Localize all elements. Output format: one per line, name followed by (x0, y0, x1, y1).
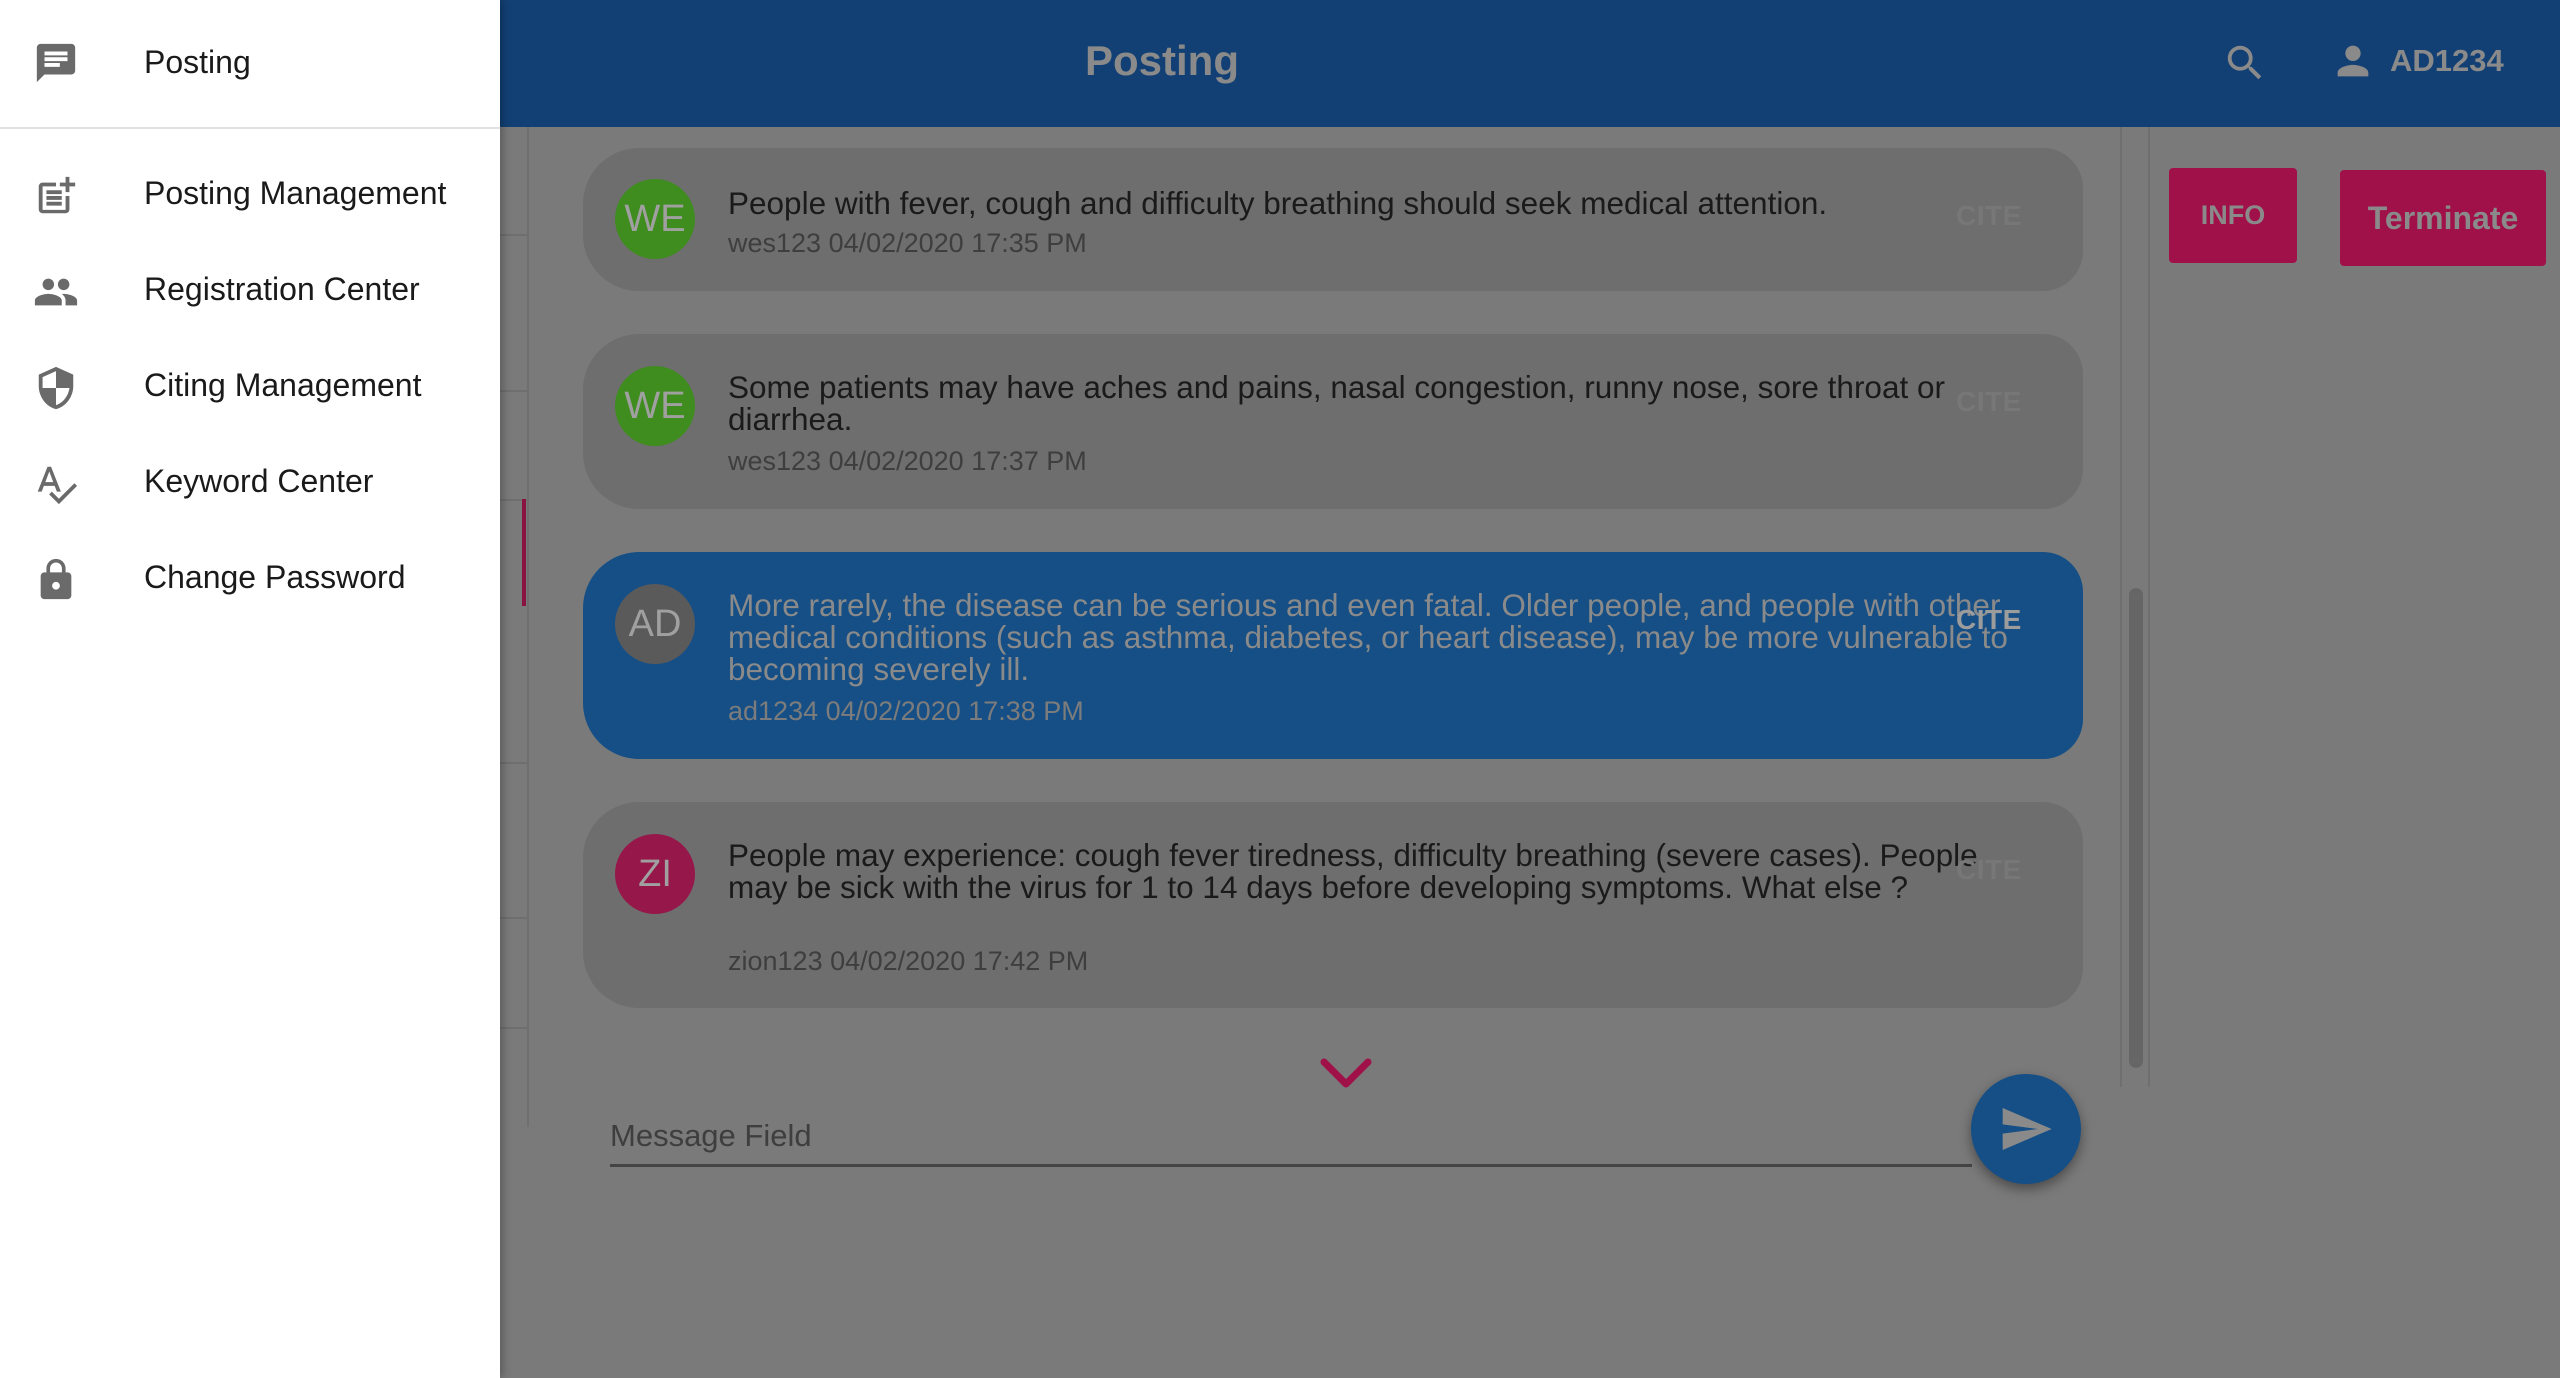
list-panel-edge (500, 127, 529, 1127)
cite-button[interactable]: CITE (1956, 386, 2022, 418)
terminate-button[interactable]: Terminate (2340, 170, 2546, 266)
scrollbar-thumb[interactable] (2129, 588, 2143, 1068)
avatar: WE (615, 366, 695, 446)
message-item: ZI People may experience: cough fever ti… (583, 802, 2083, 1008)
message-field[interactable] (610, 1107, 1972, 1167)
message-meta: wes123 04/02/2020 17:35 PM (728, 228, 1087, 258)
message-item: WE Some patients may have aches and pain… (583, 334, 2083, 509)
message-meta: ad1234 04/02/2020 17:38 PM (728, 696, 1084, 726)
drawer-item-citing-management[interactable]: Citing Management (0, 345, 500, 425)
navigation-drawer: Posting Posting Management Registration … (0, 0, 500, 1378)
drawer-item-posting-management[interactable]: Posting Management (0, 153, 500, 233)
drawer-item-registration-center[interactable]: Registration Center (0, 249, 500, 329)
send-icon (2002, 1108, 2052, 1150)
drawer-item-change-password[interactable]: Change Password (0, 537, 500, 617)
message-meta: zion123 04/02/2020 17:42 PM (728, 946, 1089, 976)
cite-button[interactable]: CITE (1956, 200, 2022, 232)
cite-button[interactable]: CITE (1956, 604, 2022, 636)
username: AD1234 (2390, 43, 2504, 78)
drawer-header[interactable]: Posting (0, 0, 500, 129)
drawer-item-label: Registration Center (144, 271, 420, 307)
message-text: People may experience: cough fever tired… (728, 837, 1978, 905)
user-menu[interactable]: AD1234 (2330, 38, 2504, 84)
search-icon[interactable] (2222, 40, 2268, 86)
person-icon (2337, 45, 2369, 77)
people-icon (34, 278, 78, 306)
message-text: Some patients may have aches and pains, … (728, 369, 1945, 437)
avatar: AD (615, 584, 695, 664)
active-item-marker (522, 499, 526, 606)
post-add-icon (38, 176, 76, 214)
shield-icon (38, 366, 74, 410)
drawer-item-label: Citing Management (144, 367, 422, 403)
message-item: AD More rarely, the disease can be serio… (583, 552, 2083, 759)
message-meta: wes123 04/02/2020 17:37 PM (728, 446, 1087, 476)
message-text: People with fever, cough and difficulty … (728, 185, 1828, 221)
lock-icon (40, 558, 72, 600)
drawer-header-label: Posting (144, 44, 251, 80)
spellcheck-icon (37, 466, 78, 505)
cite-button[interactable]: CITE (1956, 854, 2022, 886)
drawer-item-label: Keyword Center (144, 463, 374, 499)
page-title: Posting (1085, 37, 1239, 84)
message-text: More rarely, the disease can be serious … (728, 587, 2008, 687)
send-button[interactable] (1971, 1074, 2081, 1184)
drawer-item-keyword-center[interactable]: Keyword Center (0, 441, 500, 521)
avatar: WE (615, 179, 695, 259)
info-button[interactable]: INFO (2169, 168, 2297, 263)
drawer-item-label: Posting Management (144, 175, 447, 211)
avatar: ZI (615, 834, 695, 914)
chevron-down-icon[interactable] (1318, 1056, 1374, 1092)
drawer-item-label: Change Password (144, 559, 406, 595)
chat-icon (36, 43, 76, 83)
message-item: WE People with fever, cough and difficul… (583, 148, 2083, 291)
